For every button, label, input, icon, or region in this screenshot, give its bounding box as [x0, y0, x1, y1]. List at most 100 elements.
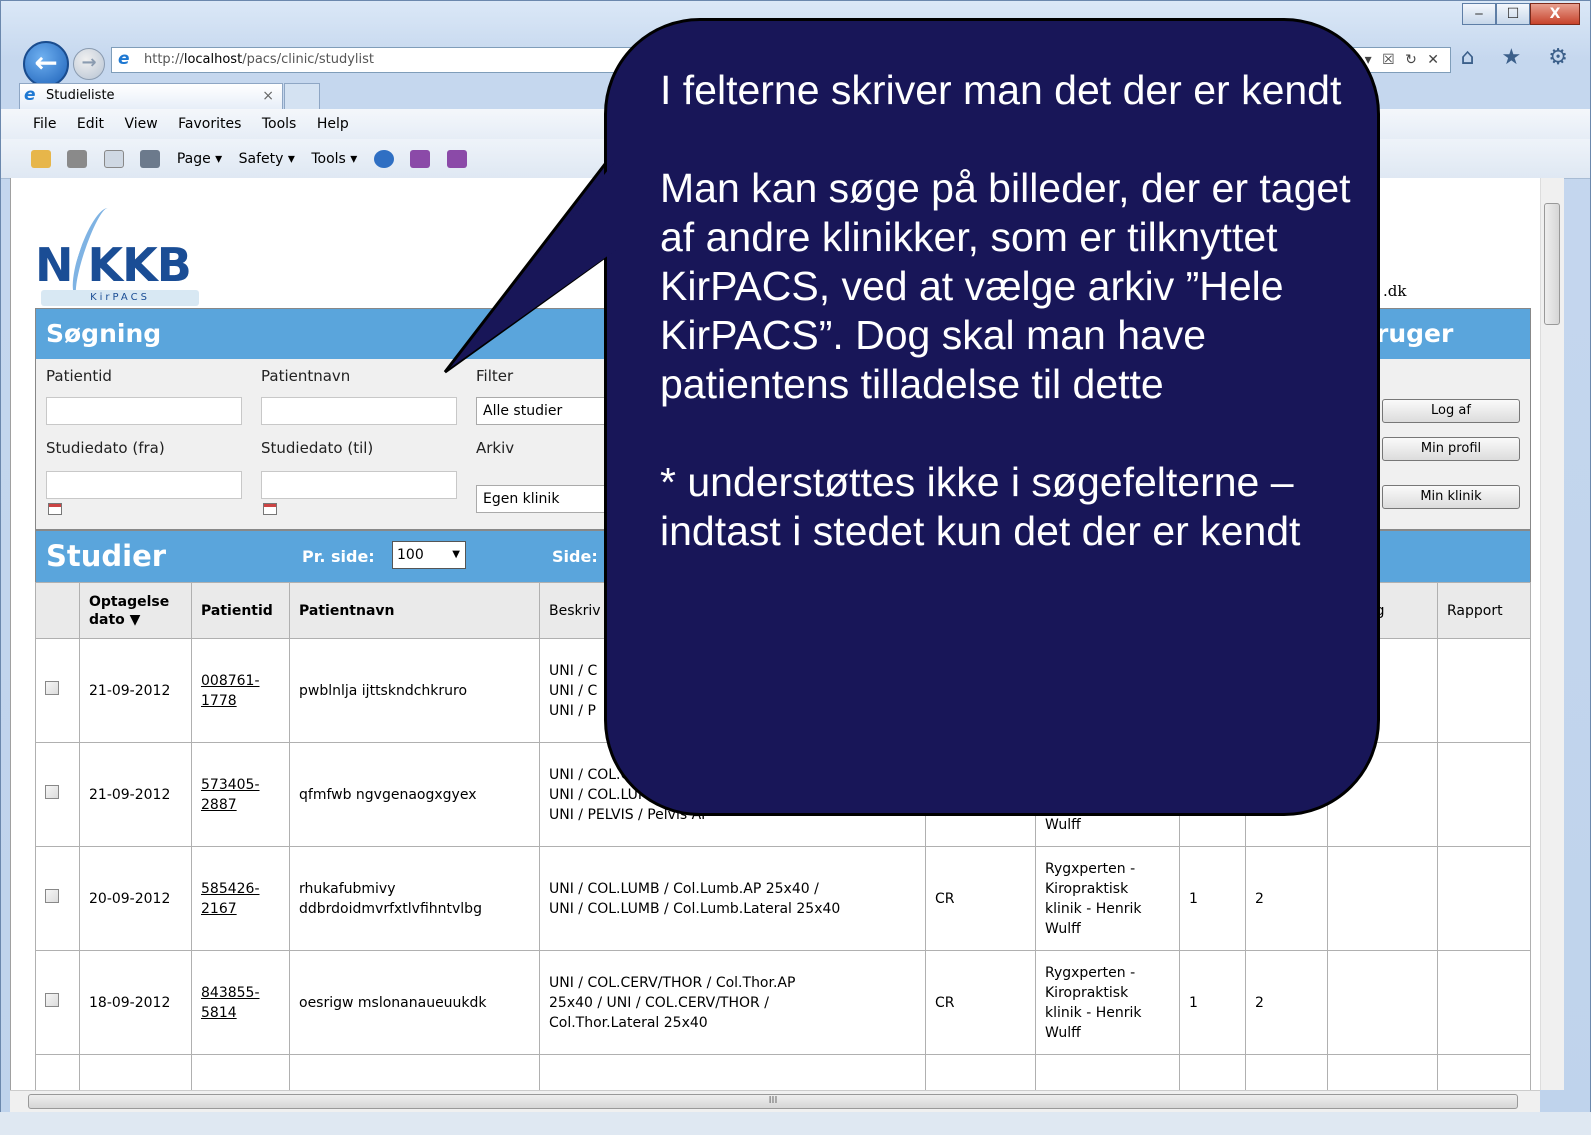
cell-henvisning[interactable] — [1327, 950, 1438, 1055]
row-select-cell — [35, 846, 80, 951]
menu-file[interactable]: File — [33, 116, 56, 132]
per-page-select[interactable]: 100 — [392, 541, 466, 569]
menu-tools[interactable]: Tools — [262, 116, 297, 132]
profile-button[interactable]: Min profil — [1382, 437, 1520, 461]
row-select-cell — [35, 1054, 80, 1090]
mail-icon[interactable] — [103, 150, 124, 168]
col-date[interactable]: Optagelse dato ▼ — [79, 582, 192, 639]
cell-rapport[interactable] — [1437, 950, 1531, 1055]
feeds-icon[interactable] — [67, 150, 88, 168]
patientid-input[interactable] — [46, 397, 242, 425]
label-studiedato-fra: Studiedato (fra) — [46, 439, 165, 457]
col-patientid[interactable]: Patientid — [191, 582, 290, 639]
new-tab-button[interactable] — [284, 83, 320, 109]
cell-date: 21-09-2012 — [79, 638, 192, 743]
cell-date: 20-09-2012 — [79, 846, 192, 951]
back-button[interactable]: ← — [23, 41, 69, 87]
horizontal-scroll-thumb[interactable]: III — [28, 1094, 1518, 1109]
cell-rapport[interactable] — [1437, 846, 1531, 951]
onenote-icon[interactable] — [410, 150, 431, 168]
per-page-label: Pr. side: — [302, 547, 375, 566]
search-title: Søgning — [46, 319, 162, 348]
patientid-link-part2[interactable]: 5814 — [201, 1005, 237, 1021]
studiedato-til-input[interactable] — [261, 471, 457, 499]
cell-patientid: 843855- 5814 — [191, 950, 290, 1055]
col-patientnavn[interactable]: Patientnavn — [289, 582, 540, 639]
forward-button[interactable]: → — [73, 48, 105, 80]
calendar-icon[interactable] — [263, 503, 277, 515]
home-icon[interactable] — [31, 150, 51, 168]
close-button[interactable]: X — [1530, 3, 1580, 25]
minimize-button[interactable]: ‒ — [1462, 3, 1496, 25]
calendar-icon[interactable] — [48, 503, 62, 515]
maximize-button[interactable]: ☐ — [1496, 3, 1530, 25]
cell-billeder: 2 — [1245, 846, 1328, 951]
label-patientnavn: Patientnavn — [261, 367, 351, 385]
logo-text: N KKB — [35, 238, 192, 292]
help-icon[interactable] — [373, 150, 394, 168]
tools-menu[interactable]: Tools ▾ — [311, 151, 357, 167]
cell-patientid: 585426- 2167 — [191, 846, 290, 951]
col-rapport[interactable]: Rapport — [1437, 582, 1531, 639]
tab-title: Studieliste — [46, 88, 115, 103]
cell-henvisning[interactable] — [1327, 1054, 1438, 1090]
clinic-button[interactable]: Min klinik — [1382, 485, 1520, 509]
row-checkbox[interactable] — [45, 680, 59, 695]
status-bar — [0, 1112, 1591, 1135]
table-row[interactable]: 015154afmcuuuanUNI / UPPER EXTREMITIES /… — [35, 1054, 1531, 1090]
row-select-cell — [35, 742, 80, 847]
patientid-link-part2[interactable]: 2167 — [201, 901, 237, 917]
vertical-scroll-thumb[interactable] — [1544, 203, 1560, 325]
patientid-link[interactable]: 008761- — [201, 673, 260, 689]
col-select — [35, 582, 80, 639]
label-filter: Filter — [476, 367, 514, 385]
cell-rapport[interactable] — [1437, 1054, 1531, 1090]
nikkb-logo: N KKB KirPACS — [35, 208, 215, 306]
patientid-link[interactable]: 843855- — [201, 985, 260, 1001]
table-row[interactable]: 20-09-2012 585426- 2167 rhukafubmivy ddbrdo… — [35, 846, 1531, 951]
menu-view[interactable]: View — [124, 116, 157, 132]
page-menu[interactable]: Page ▾ — [177, 151, 222, 167]
cell-modalitet — [925, 1054, 1036, 1090]
row-select-cell — [35, 950, 80, 1055]
callout-paragraph-1: I felterne skriver man det der er kendt — [660, 67, 1342, 113]
patientid-link-part2[interactable]: 2887 — [201, 797, 237, 813]
cell-rapport[interactable] — [1437, 742, 1531, 847]
ie-icon: e — [24, 85, 36, 105]
row-checkbox[interactable] — [45, 784, 59, 799]
cell-henvisning[interactable] — [1327, 846, 1438, 951]
row-checkbox[interactable] — [45, 992, 59, 1007]
menu-edit[interactable]: Edit — [77, 116, 104, 132]
tab-studieliste[interactable]: e Studieliste × — [19, 83, 283, 109]
patientnavn-input[interactable] — [261, 397, 457, 425]
ie-icon: e — [118, 49, 130, 69]
cell-patientnavn: pwblnlja ijttskndchkruro — [289, 638, 540, 743]
cell-serier: 1 — [1179, 950, 1246, 1055]
tab-close-icon[interactable]: × — [262, 84, 274, 108]
cell-beskrivelse: UNI / UPPER EXTREMITIES / Elbow / UNI / … — [539, 1054, 926, 1090]
patientid-link-part2[interactable]: 1778 — [201, 693, 237, 709]
cell-billeder — [1245, 1054, 1328, 1090]
cell-patientnavn: rhukafubmivy ddbrdoidmvrfxtlvfihntvlbg — [289, 846, 540, 951]
cell-serier — [1179, 1054, 1246, 1090]
address-url: http://localhost/pacs/clinic/studylist — [144, 52, 374, 67]
menu-favorites[interactable]: Favorites — [178, 116, 241, 132]
safety-menu[interactable]: Safety ▾ — [239, 151, 295, 167]
patientid-link[interactable]: 573405- — [201, 777, 260, 793]
vertical-scrollbar[interactable] — [1540, 178, 1564, 1090]
home-favorites-tools-icons[interactable]: ⌂ ★ ⚙ — [1461, 45, 1578, 70]
cell-patientnavn: afmcuuuan — [289, 1054, 540, 1090]
cell-rapport[interactable] — [1437, 638, 1531, 743]
cell-modalitet: CR — [925, 950, 1036, 1055]
menu-help[interactable]: Help — [317, 116, 349, 132]
onenote-linked-icon[interactable] — [446, 150, 467, 168]
patientid-link[interactable]: 585426- — [201, 881, 260, 897]
studiedato-fra-input[interactable] — [46, 471, 242, 499]
logout-button[interactable]: Log af — [1382, 399, 1520, 423]
row-checkbox[interactable] — [45, 888, 59, 903]
cell-beskrivelse: UNI / COL.LUMB / Col.Lumb.AP 25x40 / UNI… — [539, 846, 926, 951]
cell-klinik: Rygxperten - Kiropraktisk klinik - Henri… — [1035, 846, 1180, 951]
print-icon[interactable] — [140, 150, 161, 168]
horizontal-scrollbar[interactable]: III — [10, 1090, 1540, 1112]
table-row[interactable]: 18-09-2012 843855- 5814 oesrigw mslonanaueu… — [35, 950, 1531, 1055]
